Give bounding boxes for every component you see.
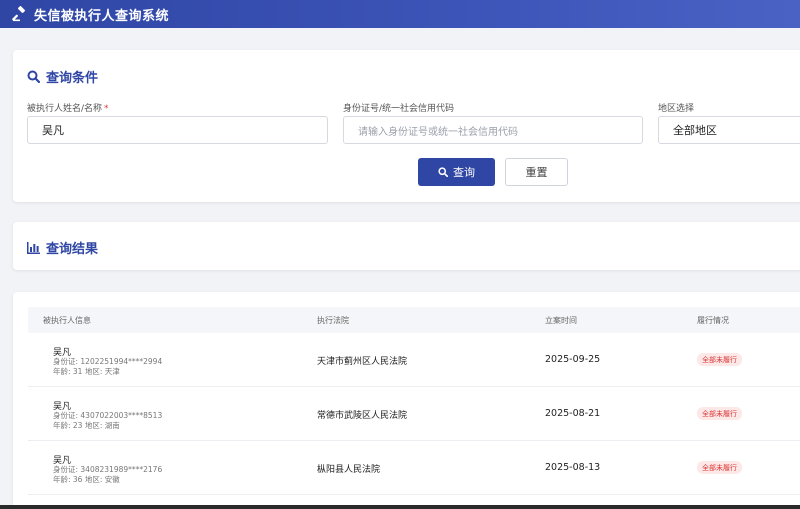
search-section-title: 查询条件 xyxy=(27,67,98,86)
search-icon xyxy=(27,70,40,83)
column-header: 立案时间 xyxy=(545,316,577,325)
search-panel: 查询条件 被执行人姓名/名称 * 吴凡 身份证号/统一社会信用代码 请输入身份证号… xyxy=(13,50,800,202)
app-title: 失信被执行人查询系统 xyxy=(34,8,170,24)
column-header: 被执行人信息 xyxy=(43,316,91,325)
court-name: 枞阳县人民法院 xyxy=(317,465,381,475)
name-label-text: 被执行人姓名/名称 xyxy=(27,104,103,114)
name-field-label: 被执行人姓名/名称 * xyxy=(27,101,109,114)
table-row[interactable]: 吴凡 身份证: 3408231989****2176 年龄: 36 地区: 安徽… xyxy=(28,441,800,495)
search-section-label: 查询条件 xyxy=(46,71,99,86)
results-table: 被执行人信息 执行法院 立案时间 履行情况 吴凡 身份证: 1202251994… xyxy=(13,292,800,509)
table-header: 被执行人信息 执行法院 立案时间 履行情况 xyxy=(28,307,800,333)
required-mark: * xyxy=(104,104,109,114)
gavel-icon xyxy=(12,6,28,22)
filing-date: 2025-08-21 xyxy=(545,408,601,419)
results-section-label: 查询结果 xyxy=(46,242,99,257)
table-row[interactable]: 吴凡 身份证: 1202251994****2994 年龄: 31 地区: 天津… xyxy=(28,333,800,387)
status-badge: 全部未履行 xyxy=(697,353,742,366)
window-bottom-edge xyxy=(0,505,800,509)
column-header: 执行法院 xyxy=(317,316,349,325)
app-header: 失信被执行人查询系统 xyxy=(0,0,800,28)
bar-chart-icon xyxy=(27,241,40,254)
court-name: 天津市蓟州区人民法院 xyxy=(317,357,408,367)
person-meta: 年龄: 23 地区: 湖南 xyxy=(53,421,120,430)
query-button-label: 查询 xyxy=(453,166,475,179)
reset-button[interactable]: 重置 xyxy=(505,158,568,186)
query-button[interactable]: 查询 xyxy=(418,158,495,186)
person-meta: 年龄: 31 地区: 天津 xyxy=(53,367,120,376)
filing-date: 2025-09-25 xyxy=(545,354,601,365)
region-field-label: 地区选择 xyxy=(658,104,695,114)
results-header-panel: 查询结果 xyxy=(13,222,800,270)
id-input[interactable]: 请输入身份证号或统一社会信用代码 xyxy=(343,116,643,144)
table-row[interactable]: 吴凡 身份证: 4307022003****8513 年龄: 23 地区: 湖南… xyxy=(28,387,800,441)
filing-date: 2025-08-13 xyxy=(545,462,601,473)
region-select[interactable]: 全部地区 xyxy=(658,116,800,144)
court-name: 常德市武陵区人民法院 xyxy=(317,411,408,421)
results-section-title: 查询结果 xyxy=(27,238,98,257)
name-input[interactable]: 吴凡 xyxy=(27,116,328,144)
id-field-label: 身份证号/统一社会信用代码 xyxy=(343,104,455,114)
search-icon xyxy=(438,167,448,177)
column-header: 履行情况 xyxy=(697,316,729,325)
status-badge: 全部未履行 xyxy=(697,407,742,420)
person-meta: 年龄: 36 地区: 安徽 xyxy=(53,475,120,484)
status-badge: 全部未履行 xyxy=(697,461,742,474)
